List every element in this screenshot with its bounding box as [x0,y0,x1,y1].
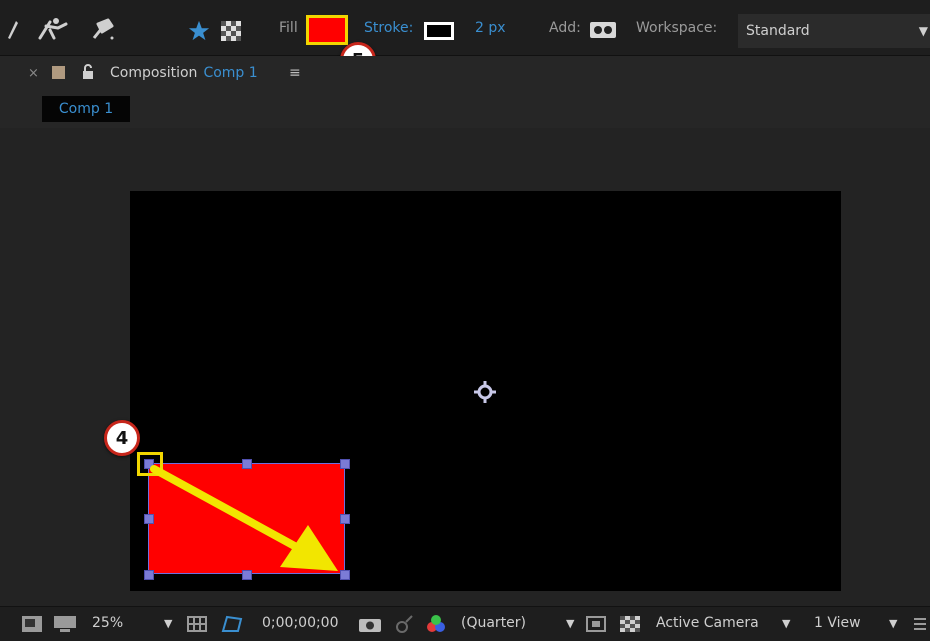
camera-dropdown[interactable]: Active Camera [656,606,759,640]
monitor-icon[interactable] [54,616,76,632]
zoom-value[interactable]: 25% [92,606,123,640]
workspace-value: Standard [746,23,810,39]
region-of-interest-icon[interactable] [586,616,606,632]
workspace-label: Workspace: [636,19,718,36]
transparency-grid-icon[interactable] [620,616,640,632]
panel-color-label-icon[interactable] [52,66,65,79]
stroke-width-value[interactable]: 2 px [475,0,506,55]
add-icon[interactable] [590,22,616,38]
resolution-dropdown[interactable]: (Quarter) [461,606,526,640]
puppet-icon[interactable] [36,16,74,42]
camera-dropdown-icon[interactable]: ▼ [782,606,790,640]
workspace-dropdown[interactable]: Standard ▼ [738,14,930,48]
camera-snapshot-icon[interactable] [359,616,381,632]
fill-label[interactable]: Fill [279,0,298,55]
mask-visibility-icon[interactable] [220,614,244,634]
pen-icon[interactable] [4,18,20,40]
composition-name[interactable]: Comp 1 [203,65,257,81]
color-channel-icon[interactable] [425,614,447,634]
checker-icon[interactable] [221,21,241,41]
view-layout-dropdown[interactable]: 1 View [814,606,861,640]
view-layout-dropdown-icon[interactable]: ▼ [889,606,897,640]
callout-step-4: 4 [104,420,140,456]
fill-color-swatch[interactable] [306,15,348,45]
tab-comp-1[interactable]: Comp 1 [42,96,130,122]
composition-label: Composition [110,65,198,81]
anchor-point-icon[interactable] [473,380,497,404]
always-preview-icon[interactable] [22,616,42,632]
stroke-color-swatch[interactable] [424,22,454,40]
pin-icon[interactable] [88,16,118,42]
show-snapshot-icon[interactable] [394,614,416,634]
add-label: Add: [549,19,581,36]
panel-menu-icon[interactable]: ≡ [289,56,301,90]
star-icon[interactable] [188,20,210,42]
composition-title: Composition Comp 1 [110,56,258,90]
resolution-dropdown-icon[interactable]: ▼ [566,606,574,640]
stroke-label[interactable]: Stroke: [364,0,413,55]
timecode[interactable]: 0;00;00;00 [262,606,339,640]
grid-icon[interactable] [187,616,207,632]
share-view-icon[interactable] [912,616,928,632]
lock-icon[interactable] [82,64,94,80]
chevron-down-icon: ▼ [918,24,928,38]
drag-arrow-icon [150,465,338,571]
zoom-dropdown-icon[interactable]: ▼ [164,606,172,640]
close-icon[interactable]: × [28,56,39,90]
